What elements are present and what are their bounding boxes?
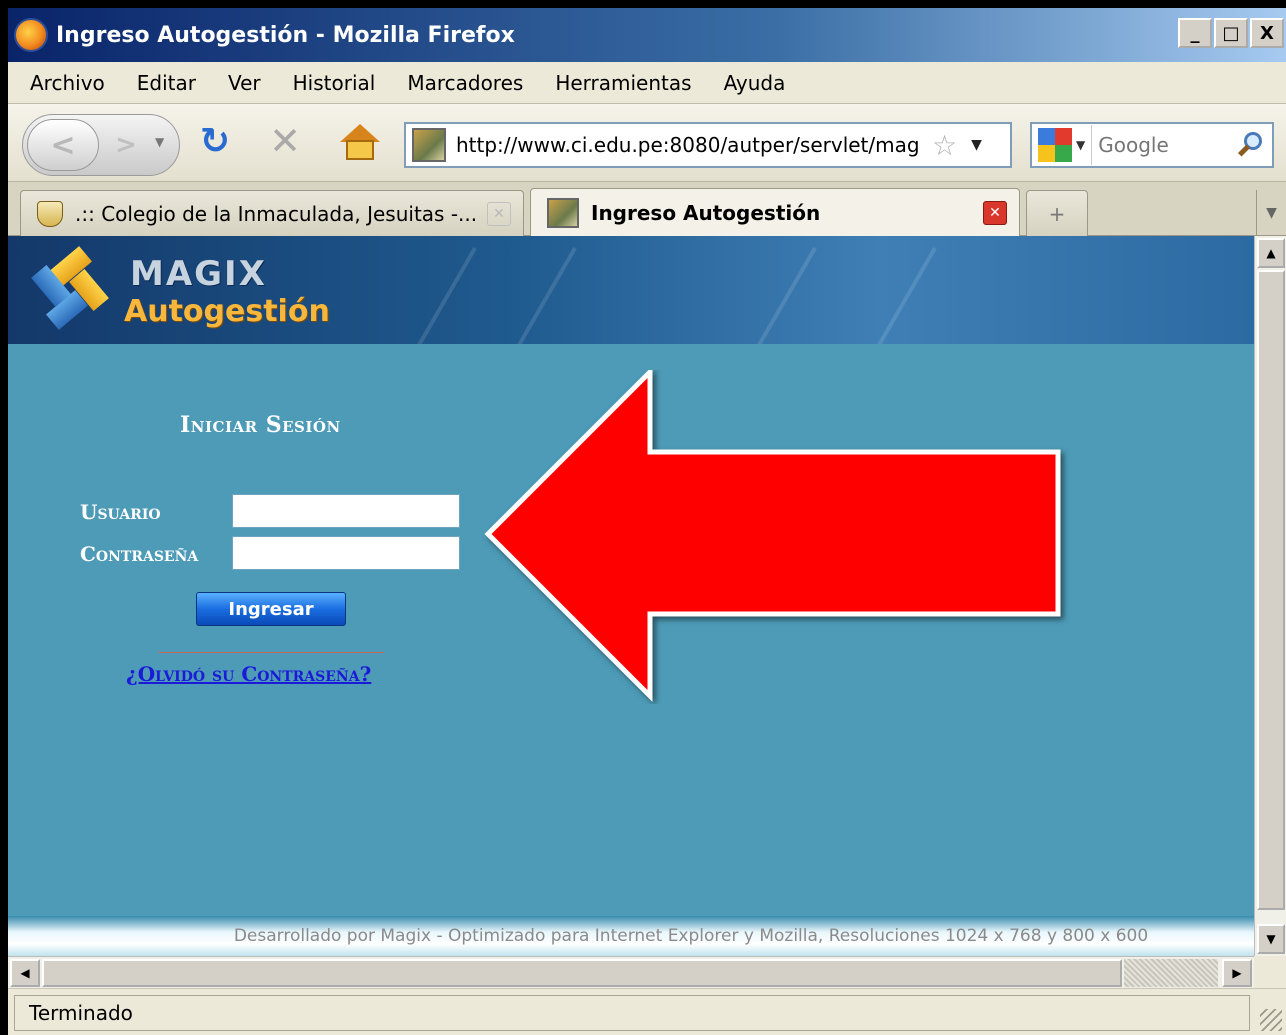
navigation-toolbar: < > ▼ ↻ ✕ http://www.ci.edu.pe:8080/autp… [8, 104, 1286, 182]
menu-ayuda[interactable]: Ayuda [724, 71, 786, 95]
divider [158, 652, 384, 653]
forgot-password-link[interactable]: ¿Olvidó su Contraseña? [126, 662, 371, 686]
minimize-button[interactable]: _ [1178, 18, 1212, 48]
stop-icon: ✕ [269, 119, 301, 163]
page-footer: Desarrollado por Magix - Optimizado para… [8, 916, 1254, 956]
menu-marcadores[interactable]: Marcadores [407, 71, 523, 95]
resize-grip-icon[interactable] [1260, 1009, 1282, 1031]
window-title: Ingreso Autogestión - Mozilla Firefox [56, 22, 515, 48]
site-header: MAGIX Autogestión [8, 236, 1254, 344]
login-button[interactable]: Ingresar [196, 592, 346, 626]
maximize-button[interactable]: □ [1214, 18, 1248, 48]
back-arrow-icon: < [50, 127, 76, 163]
title-bar: Ingreso Autogestión - Mozilla Firefox _ … [8, 8, 1286, 62]
magnifier-icon[interactable] [1236, 130, 1266, 160]
forward-arrow-icon: > [115, 130, 137, 160]
tab-label: Ingreso Autogestión [591, 200, 821, 225]
window-controls: _ □ X [1178, 18, 1284, 48]
tab-close-icon[interactable]: ✕ [487, 201, 511, 226]
scroll-left-icon[interactable]: ◀ [10, 959, 40, 987]
stop-button[interactable]: ✕ [264, 119, 306, 163]
reload-button[interactable]: ↻ [194, 120, 236, 162]
horizontal-scrollbar[interactable]: ◀ ▶ [8, 956, 1254, 988]
status-text: Terminado [14, 995, 1250, 1031]
scroll-down-icon[interactable]: ▼ [1257, 924, 1285, 954]
google-icon[interactable] [1038, 128, 1072, 162]
menu-ver[interactable]: Ver [228, 71, 261, 95]
user-field[interactable] [232, 494, 460, 528]
back-button[interactable]: < [27, 119, 99, 171]
scroll-right-icon[interactable]: ▶ [1222, 959, 1252, 987]
tab-colegio[interactable]: .:: Colegio de la Inmaculada, Jesuitas -… [20, 190, 524, 236]
crest-icon [37, 200, 63, 227]
search-bar[interactable]: ▼ [1030, 122, 1274, 168]
red-arrow-annotation [484, 370, 1061, 703]
tab-label: .:: Colegio de la Inmaculada, Jesuitas -… [75, 201, 478, 226]
menu-editar[interactable]: Editar [137, 71, 196, 95]
menu-herramientas[interactable]: Herramientas [555, 71, 691, 95]
plus-icon: + [1048, 201, 1066, 226]
search-input[interactable] [1091, 125, 1232, 165]
status-bar: Terminado [8, 988, 1286, 1035]
forward-button[interactable]: > [103, 127, 149, 163]
tab-list-dropdown-icon[interactable]: ▼ [1256, 190, 1286, 236]
close-button[interactable]: X [1250, 18, 1284, 48]
vertical-scrollbar[interactable]: ▲ ▼ [1254, 236, 1286, 956]
password-label: Contraseña [80, 542, 199, 566]
horizontal-scroll-thumb[interactable] [42, 959, 1122, 987]
user-label: Usuario [80, 500, 161, 524]
back-forward-group: < > ▼ [22, 114, 180, 176]
new-tab-button[interactable]: + [1026, 190, 1088, 236]
magix-logo-icon [30, 246, 114, 334]
menu-bar: Archivo Editar Ver Historial Marcadores … [8, 62, 1286, 104]
brand-name: MAGIX [130, 254, 267, 294]
tab-close-icon[interactable]: ✕ [983, 200, 1007, 225]
reload-icon: ↻ [199, 120, 231, 162]
bookmark-star-icon[interactable]: ☆ [932, 129, 957, 162]
tab-ingreso[interactable]: Ingreso Autogestión ✕ [530, 188, 1020, 236]
brand-subtitle: Autogestión [124, 294, 330, 329]
home-button[interactable] [338, 124, 382, 164]
password-field[interactable] [232, 536, 460, 570]
site-favicon-icon [547, 197, 579, 228]
menu-historial[interactable]: Historial [293, 71, 376, 95]
url-bar[interactable]: http://www.ci.edu.pe:8080/autper/servlet… [404, 122, 1012, 168]
site-favicon-icon [412, 128, 446, 162]
login-title: Iniciar Sesión [180, 412, 341, 438]
url-text[interactable]: http://www.ci.edu.pe:8080/autper/servlet… [456, 133, 926, 157]
firefox-icon [14, 18, 48, 52]
tab-bar: .:: Colegio de la Inmaculada, Jesuitas -… [8, 182, 1286, 236]
url-dropdown-icon[interactable]: ▼ [971, 137, 982, 153]
history-dropdown-icon[interactable]: ▼ [155, 135, 171, 155]
vertical-scroll-thumb[interactable] [1257, 270, 1285, 910]
search-engine-dropdown-icon[interactable]: ▼ [1076, 138, 1085, 152]
browser-window: Ingreso Autogestión - Mozilla Firefox _ … [8, 8, 1286, 1035]
scroll-up-icon[interactable]: ▲ [1257, 238, 1285, 268]
menu-archivo[interactable]: Archivo [30, 71, 105, 95]
footer-text: Desarrollado por Magix - Optimizado para… [233, 926, 1149, 946]
